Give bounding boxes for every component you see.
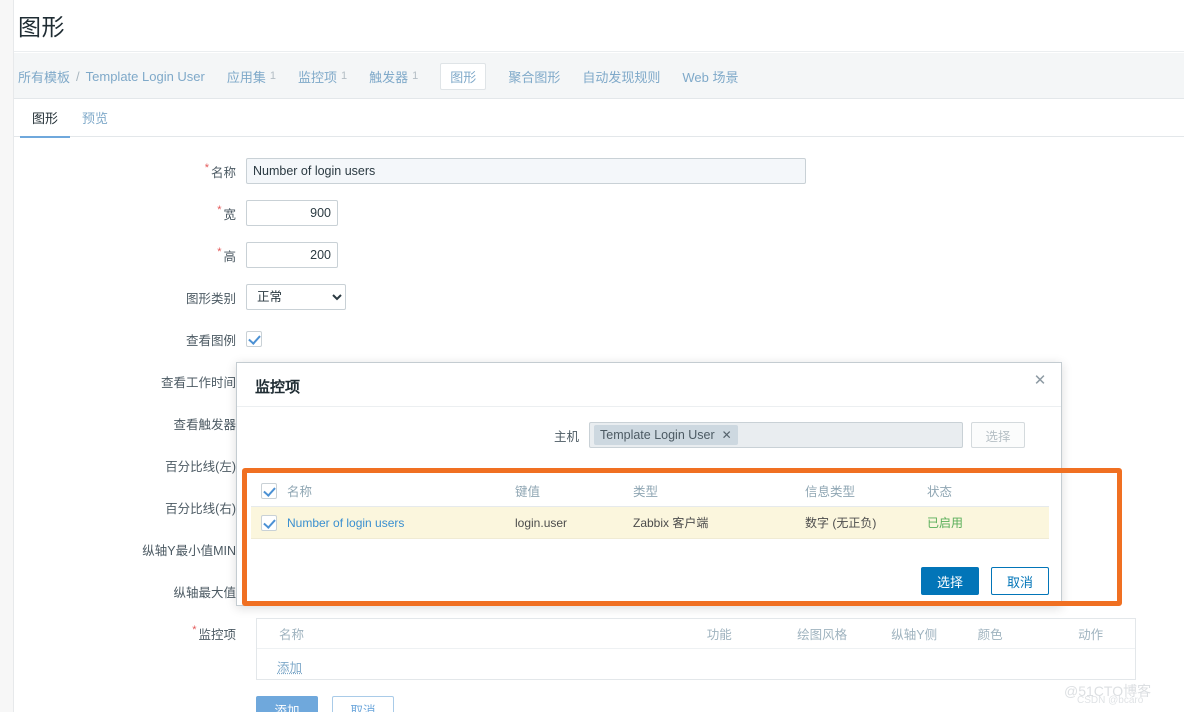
row-item-type: Zabbix 客户端 — [633, 516, 709, 530]
modal-select-button[interactable]: 选择 — [921, 567, 979, 595]
label-show-triggers: 查看触发器 — [173, 417, 236, 432]
breadcrumb-strip: 所有模板 / Template Login User 应用集 1 监控项 1 触… — [14, 53, 1184, 99]
breadcrumb-item-applications[interactable]: 应用集 — [227, 67, 266, 86]
modal-column-header-key: 键值 — [515, 485, 541, 499]
column-header-name: 名称 — [279, 628, 305, 642]
breadcrumb-item-web[interactable]: Web 场景 — [682, 67, 738, 86]
label-ymin: 纵轴Y最小值MIN — [142, 543, 236, 558]
graph-type-select[interactable]: 正常 — [246, 284, 346, 310]
modal-header: 监控项 ✕ — [237, 363, 1061, 407]
field-row-items: * 监控项 — [14, 620, 246, 646]
label-width: * 宽 — [217, 203, 236, 222]
select-all-checkbox-cell — [251, 482, 287, 499]
label-percentile-right: 百分比线(右) — [165, 501, 236, 516]
breadcrumb-count-applications: 1 — [269, 70, 277, 82]
label-graph-type: 图形类别 — [185, 291, 236, 306]
breadcrumb: 所有模板 / Template Login User 应用集 1 监控项 1 触… — [14, 53, 738, 99]
tab-preview[interactable]: 预览 — [70, 99, 120, 137]
modal-cancel-button[interactable]: 取消 — [991, 567, 1049, 595]
required-marker: * — [217, 245, 222, 258]
item-select-modal: 监控项 ✕ 主机 Template Login User ✕ 选择 名称 键值 … — [236, 362, 1062, 606]
row-item-info-type: 数字 (无正负) — [805, 516, 877, 530]
column-header-action: 动作 — [1078, 628, 1104, 642]
row-checkbox-cell — [251, 514, 287, 531]
field-row-percentile-left: 百分比线(左) — [14, 452, 246, 478]
row-item-key: login.user — [515, 515, 568, 530]
sidebar-edge — [0, 0, 14, 712]
column-header-draw-style: 绘图风格 — [797, 628, 848, 642]
row-checkbox[interactable] — [261, 514, 277, 531]
column-header-function: 功能 — [706, 628, 732, 642]
add-button[interactable]: 添加 — [256, 696, 318, 712]
field-row-width: * 宽 — [14, 200, 338, 226]
modal-table-header: 名称 键值 类型 信息类型 状态 — [251, 475, 1049, 507]
width-input[interactable] — [246, 200, 338, 226]
required-marker: * — [204, 161, 209, 174]
breadcrumb-item-graphs[interactable]: 图形 — [440, 62, 487, 90]
breadcrumb-separator: / — [76, 68, 80, 84]
label-host: 主机 — [553, 429, 579, 444]
status-badge: 已启用 — [927, 516, 964, 530]
graph-items-header: 名称 功能 绘图风格 纵轴Y侧 颜色 动作 — [257, 619, 1135, 649]
name-input[interactable] — [246, 158, 806, 184]
modal-column-header-status: 状态 — [927, 485, 953, 499]
table-row[interactable]: Number of login users login.user Zabbix … — [251, 507, 1049, 539]
breadcrumb-item-screens[interactable]: 聚合图形 — [508, 67, 560, 86]
modal-footer: 选择 取消 — [237, 567, 1063, 595]
graph-items-table: 名称 功能 绘图风格 纵轴Y侧 颜色 动作 添加 — [256, 618, 1136, 680]
modal-column-header-info-type: 信息类型 — [805, 485, 856, 499]
breadcrumb-item-triggers[interactable]: 触发器 — [369, 67, 408, 86]
chip-remove-icon[interactable]: ✕ — [722, 428, 732, 442]
host-chip: Template Login User ✕ — [594, 425, 738, 445]
subtab-bar: 图形 预览 — [14, 99, 1184, 139]
host-select-button[interactable]: 选择 — [971, 422, 1025, 448]
modal-title: 监控项 — [255, 379, 301, 396]
field-row-height: * 高 — [14, 242, 338, 268]
modal-items-table: 名称 键值 类型 信息类型 状态 Number of login users l… — [251, 475, 1049, 539]
show-legend-checkbox[interactable] — [246, 331, 262, 347]
label-items: * 监控项 — [192, 623, 236, 642]
breadcrumb-template-name[interactable]: Template Login User — [86, 69, 205, 84]
breadcrumb-count-triggers: 1 — [412, 70, 419, 82]
field-row-graph-type: 图形类别 正常 — [14, 284, 346, 310]
close-icon[interactable]: ✕ — [1029, 369, 1051, 391]
app-root: 图形 所有模板 / Template Login User 应用集 1 监控项 … — [0, 0, 1184, 712]
breadcrumb-all-templates[interactable]: 所有模板 — [18, 67, 70, 86]
form-footer: 添加 取消 — [256, 696, 394, 712]
breadcrumb-item-items[interactable]: 监控项 — [298, 67, 337, 86]
label-show-working-time: 查看工作时间 — [160, 375, 236, 390]
field-row-percentile-right: 百分比线(右) — [14, 494, 246, 520]
required-marker: * — [217, 203, 222, 216]
field-row-ymax: 纵轴最大值 — [14, 578, 246, 604]
column-header-y-axis-side: 纵轴Y侧 — [891, 628, 938, 642]
label-ymax: 纵轴最大值 — [173, 585, 236, 600]
field-row-show-triggers: 查看触发器 — [14, 410, 246, 436]
field-row-name: * 名称 — [14, 158, 806, 184]
page-header: 图形 — [14, 0, 1184, 52]
field-row-ymin: 纵轴Y最小值MIN — [14, 536, 246, 562]
modal-column-header-type: 类型 — [633, 485, 659, 499]
breadcrumb-count-items: 1 — [341, 70, 348, 82]
modal-host-row: 主机 Template Login User ✕ 选择 — [237, 415, 1063, 455]
field-row-show-working-time: 查看工作时间 — [14, 368, 246, 394]
tab-graph[interactable]: 图形 — [20, 99, 71, 139]
label-name: * 名称 — [204, 161, 236, 180]
modal-column-header-name: 名称 — [287, 485, 313, 499]
page-title: 图形 — [18, 14, 65, 40]
breadcrumb-item-discovery[interactable]: 自动发现规则 — [582, 67, 660, 86]
height-input[interactable] — [246, 242, 338, 268]
required-marker: * — [192, 623, 197, 636]
host-chip-label: Template Login User — [600, 428, 715, 442]
label-show-legend: 查看图例 — [185, 333, 236, 348]
label-height: * 高 — [217, 245, 236, 264]
host-multiselect[interactable]: Template Login User ✕ — [589, 422, 963, 448]
select-all-checkbox[interactable] — [261, 482, 277, 499]
field-row-show-legend: 查看图例 — [14, 326, 262, 352]
label-percentile-left: 百分比线(左) — [165, 459, 236, 474]
cancel-button[interactable]: 取消 — [332, 696, 394, 712]
column-header-color: 颜色 — [977, 628, 1003, 642]
row-item-name[interactable]: Number of login users — [287, 516, 515, 530]
add-item-link[interactable]: 添加 — [257, 649, 302, 676]
